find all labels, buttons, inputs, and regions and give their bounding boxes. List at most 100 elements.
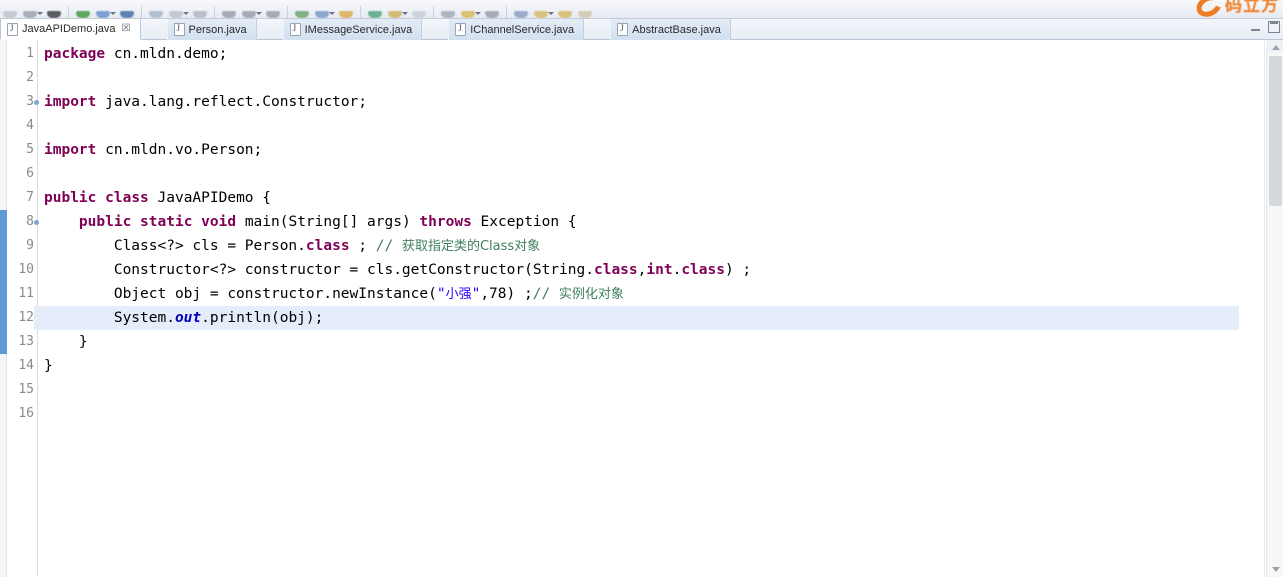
editor-tab-bar[interactable]: JavaAPIDemo.java ☒ Person.java IMessageServ…: [0, 19, 1283, 40]
forward-icon[interactable]: [312, 0, 332, 18]
step-into-icon-glyph: [514, 11, 528, 18]
tab-bar-controls[interactable]: [1250, 21, 1280, 33]
main-toolbar[interactable]: 码立方: [0, 0, 1283, 19]
new-class-icon[interactable]: [166, 0, 186, 18]
code-line[interactable]: import cn.mldn.vo.Person;: [39, 138, 1244, 162]
scroll-thumb[interactable]: [1269, 56, 1282, 206]
next-annotation-icon[interactable]: [219, 0, 239, 18]
line-number: 15: [18, 382, 34, 397]
code-token-plain: Exception {: [471, 214, 577, 230]
external-tools-icon[interactable]: [93, 0, 113, 18]
tag-icon-glyph: [461, 11, 475, 18]
code-line[interactable]: public static void main(String[] args) t…: [39, 210, 1244, 234]
run-icon-glyph: [76, 11, 90, 18]
code-line[interactable]: Object obj = constructor.newInstance("小强…: [39, 282, 1244, 306]
code-line[interactable]: [39, 162, 1244, 186]
bookmark2-icon[interactable]: [555, 0, 575, 18]
editor-tab-imessageservice-java[interactable]: IMessageService.java: [282, 19, 423, 40]
code-token-kw: class: [593, 262, 638, 278]
print-icon[interactable]: [20, 0, 40, 18]
scroll-down-icon[interactable]: [1267, 562, 1283, 577]
method-block-marker: [0, 210, 7, 354]
external-tools-icon-glyph: [96, 11, 110, 18]
code-editor[interactable]: 1 2 3 4 5 6 7 8 9 10 11 12 13 14 15 16 package cn.mldn.…: [0, 40, 1283, 577]
bookmark2-icon-glyph: [558, 11, 572, 18]
code-line[interactable]: [39, 66, 1244, 90]
code-token-kw: class: [305, 238, 350, 254]
code-token-cmt: //: [532, 286, 559, 302]
watermark-text: 码立方: [1225, 0, 1279, 15]
bookmark-icon[interactable]: [531, 0, 551, 18]
code-text-area[interactable]: package cn.mldn.demo; import java.lang.r…: [34, 40, 1244, 577]
run-icon[interactable]: [73, 0, 93, 18]
bookmark3-icon-glyph: [578, 11, 592, 18]
line-number: 1: [26, 46, 34, 61]
code-line[interactable]: }: [39, 330, 1244, 354]
bookmark3-icon[interactable]: [575, 0, 595, 18]
tab-strip[interactable]: JavaAPIDemo.java ☒ Person.java IMessageServ…: [0, 19, 1283, 40]
tag-icon[interactable]: [458, 0, 478, 18]
code-line[interactable]: package cn.mldn.demo;: [39, 42, 1244, 66]
toolbar-icon-group[interactable]: [0, 0, 595, 18]
annotation-ruler[interactable]: [0, 40, 7, 577]
open-type-icon[interactable]: [385, 0, 405, 18]
filter-icon[interactable]: [482, 0, 502, 18]
tab-spacer: [141, 19, 167, 40]
code-token-plain: java.lang.reflect.Constructor;: [96, 94, 368, 110]
open-task-icon[interactable]: [409, 0, 429, 18]
minimize-icon[interactable]: [1250, 22, 1261, 33]
back-icon[interactable]: [292, 0, 312, 18]
line-number: 7: [26, 190, 34, 205]
code-line[interactable]: [39, 378, 1244, 402]
terminal-icon[interactable]: [438, 0, 458, 18]
close-icon[interactable]: ☒: [122, 24, 131, 34]
code-token-kw: int: [646, 262, 673, 278]
code-token-plain: System.: [44, 310, 175, 326]
new-java-project-icon[interactable]: [146, 0, 166, 18]
code-token-plain: JavaAPIDemo {: [148, 190, 272, 206]
vertical-scrollbar[interactable]: [1266, 40, 1283, 577]
line-number: 13: [18, 334, 34, 349]
back-icon-glyph: [295, 11, 309, 18]
toolbar-separator: [68, 6, 69, 18]
editor-tab-person-java[interactable]: Person.java: [166, 19, 257, 40]
bookmark-icon-glyph: [534, 11, 548, 18]
code-line[interactable]: Constructor<?> constructor = cls.getCons…: [39, 258, 1244, 282]
perspective-icon[interactable]: [365, 0, 385, 18]
debug-icon[interactable]: [44, 0, 64, 18]
debug-icon-glyph: [47, 11, 61, 18]
print-icon-glyph: [23, 11, 37, 18]
coverage-icon[interactable]: [117, 0, 137, 18]
code-line[interactable]: import java.lang.reflect.Constructor;: [39, 90, 1244, 114]
code-line[interactable]: [39, 402, 1244, 426]
code-token-kw: package: [44, 46, 106, 62]
code-line[interactable]: }: [39, 354, 1244, 378]
toolbar-separator: [433, 6, 434, 18]
editor-tab-ichannelservice-java[interactable]: IChannelService.java: [448, 19, 585, 40]
search-icon[interactable]: [190, 0, 210, 18]
toolbar-separator: [506, 6, 507, 18]
last-edit-icon[interactable]: [263, 0, 283, 18]
watermark-mark-icon: [1196, 0, 1226, 18]
code-token-kw: void: [201, 214, 237, 230]
editor-tab-javaapidemo-java[interactable]: JavaAPIDemo.java ☒: [0, 19, 141, 40]
code-line[interactable]: public class JavaAPIDemo {: [39, 186, 1244, 210]
tab-spacer: [422, 19, 448, 40]
code-token-cmt: //: [375, 238, 402, 254]
save-icon[interactable]: [0, 0, 20, 18]
pin-icon[interactable]: [336, 0, 356, 18]
step-into-icon[interactable]: [511, 0, 531, 18]
code-line[interactable]: Class<?> cls = Person.class ; // 获取指定类的C…: [39, 234, 1244, 258]
prev-annotation-icon[interactable]: [239, 0, 259, 18]
scroll-up-icon[interactable]: [1267, 40, 1283, 55]
code-token-kw: public: [44, 190, 97, 206]
code-line[interactable]: [39, 114, 1244, 138]
code-line-current[interactable]: System.out.println(obj);: [34, 306, 1239, 330]
code-token-plain: }: [44, 358, 53, 374]
filter-icon-glyph: [485, 11, 499, 18]
maximize-icon[interactable]: [1268, 21, 1280, 33]
editor-tab-abstractbase-java[interactable]: AbstractBase.java: [610, 19, 731, 40]
code-token-cmt-cn: 获取指定类的Class对象: [401, 239, 541, 254]
